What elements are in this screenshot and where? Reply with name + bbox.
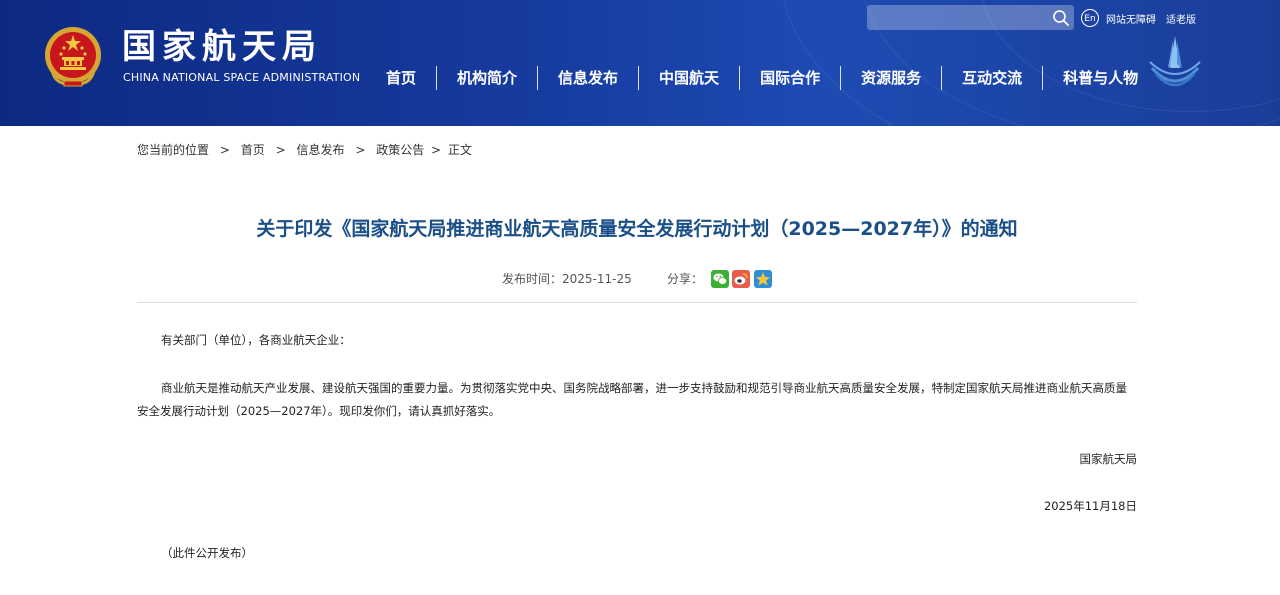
breadcrumb-separator: > (219, 143, 230, 157)
site-title[interactable]: 国家航天局 (122, 27, 322, 67)
nav-item-about[interactable]: 机构简介 (436, 66, 537, 90)
article-date: 2025年11月18日 (1043, 499, 1137, 513)
cnsa-logo-icon (1149, 36, 1201, 87)
search-input[interactable] (867, 5, 1063, 30)
nav-item-news[interactable]: 信息发布 (537, 66, 638, 90)
nav-item-international[interactable]: 国际合作 (739, 66, 840, 90)
language-switch-icon[interactable]: En (1081, 9, 1099, 27)
article-note: （此件公开发布） (161, 546, 253, 560)
site-header: 国家航天局 CHINA NATIONAL SPACE ADMINISTRATIO… (0, 0, 1280, 126)
article-signature: 国家航天局 (1079, 452, 1138, 466)
breadcrumb-current: 正文 (447, 143, 472, 157)
nav-item-resources[interactable]: 资源服务 (840, 66, 941, 90)
breadcrumb-separator: > (431, 143, 442, 157)
search-box (867, 5, 1074, 30)
qzone-icon[interactable] (754, 270, 772, 288)
share-label: 分享： (667, 272, 704, 286)
wechat-icon[interactable] (711, 270, 729, 288)
publish-date: 发布时间：2025-11-25 (502, 272, 632, 286)
search-icon[interactable] (1052, 9, 1070, 27)
national-emblem-icon[interactable] (44, 26, 102, 88)
article-paragraph: 商业航天是推动航天产业发展、建设航天强国的重要力量。为贯彻落实党中央、国务院战略… (137, 381, 1127, 418)
breadcrumb: 您当前的位置 > 首页 > 信息发布 > 政策公告 > 正文 (137, 141, 472, 158)
site-subtitle: CHINA NATIONAL SPACE ADMINISTRATION (123, 71, 361, 84)
breadcrumb-news[interactable]: 信息发布 (296, 143, 344, 157)
nav-item-home[interactable]: 首页 (366, 66, 436, 90)
breadcrumb-separator: > (355, 143, 366, 157)
article-salutation: 有关部门（单位），各商业航天企业： (161, 333, 351, 347)
nav-item-interaction[interactable]: 互动交流 (941, 66, 1042, 90)
nav-item-science[interactable]: 科普与人物 (1042, 66, 1158, 90)
weibo-icon[interactable] (732, 270, 750, 288)
breadcrumb-prefix: 您当前的位置 (137, 143, 210, 157)
nav-item-china-space[interactable]: 中国航天 (638, 66, 739, 90)
breadcrumb-policy[interactable]: 政策公告 (376, 143, 424, 157)
main-nav: 首页 机构简介 信息发布 中国航天 国际合作 资源服务 互动交流 科普与人物 (366, 66, 1158, 90)
article-title: 关于印发《国家航天局推进商业航天高质量安全发展行动计划（2025—2027年）》… (256, 218, 1018, 240)
accessibility-link[interactable]: 网站无障碍 (1106, 11, 1156, 26)
elderly-mode-link[interactable]: 适老版 (1166, 11, 1196, 26)
title-divider (137, 302, 1137, 303)
breadcrumb-home[interactable]: 首页 (241, 143, 265, 157)
breadcrumb-separator: > (275, 143, 286, 157)
